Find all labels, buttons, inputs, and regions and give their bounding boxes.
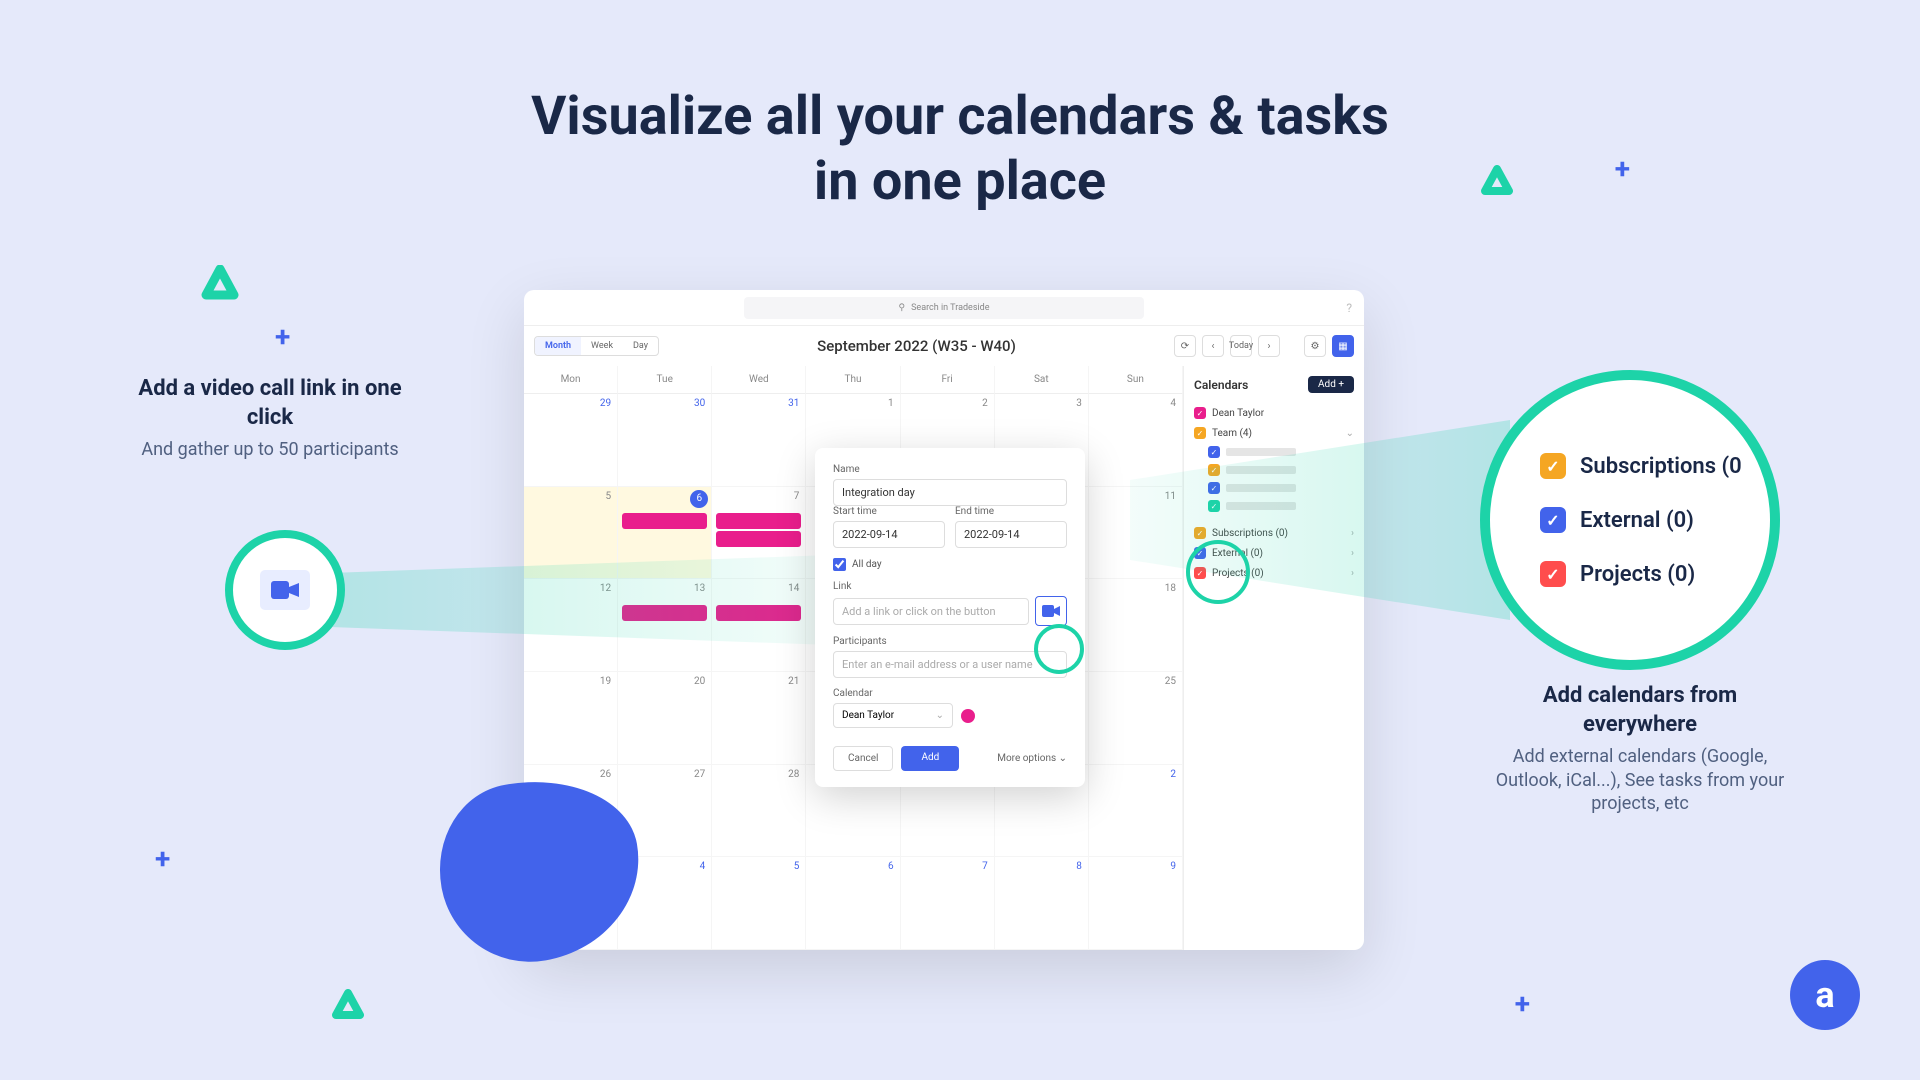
video-call-button[interactable] xyxy=(1035,596,1067,626)
zoomed-source-item: ✓Subscriptions (0 xyxy=(1540,439,1770,493)
calendar-cell[interactable]: 7 xyxy=(901,857,995,950)
zoom-calendar-sources: ✓Subscriptions (0✓External (0)✓Projects … xyxy=(1480,370,1780,670)
calendar-select[interactable]: Dean Taylor⌄ xyxy=(833,703,953,728)
settings-icon[interactable]: ⚙ xyxy=(1304,335,1326,357)
day-header: Tue xyxy=(618,366,712,394)
link-input[interactable] xyxy=(833,598,1029,625)
event-bar[interactable] xyxy=(716,531,801,547)
calendar-cell[interactable]: 18 xyxy=(1089,579,1183,672)
highlight-ring xyxy=(1034,624,1084,674)
calendar-item[interactable]: ✓Dean Taylor xyxy=(1194,403,1354,423)
triangle-icon xyxy=(1479,165,1515,201)
toolbar: Month Week Day September 2022 (W35 - W40… xyxy=(524,326,1364,366)
day-header: Sun xyxy=(1089,366,1183,394)
calendar-cell[interactable]: 21 xyxy=(712,672,806,765)
refresh-button[interactable]: ⟳ xyxy=(1174,335,1196,357)
event-create-popup: Name Start time End time All day Link Pa… xyxy=(815,448,1085,787)
field-label: Start time xyxy=(833,506,945,517)
plus-icon: + xyxy=(275,320,290,353)
video-icon xyxy=(1042,605,1060,617)
plus-icon: + xyxy=(1515,987,1530,1020)
callout-subtitle: Add external calendars (Google, Outlook,… xyxy=(1490,745,1790,815)
video-call-button-zoomed xyxy=(260,570,310,610)
calendar-cell[interactable]: 5 xyxy=(712,857,806,950)
zoomed-source-item: ✓Projects (0) xyxy=(1540,547,1770,601)
triangle-icon xyxy=(200,265,240,305)
cancel-button[interactable]: Cancel xyxy=(833,746,893,771)
calendar-cell[interactable]: 8 xyxy=(995,857,1089,950)
tab-month[interactable]: Month xyxy=(535,337,581,355)
add-calendar-button[interactable]: Add + xyxy=(1308,376,1354,393)
highlight-cone xyxy=(330,555,830,645)
calendar-cell[interactable]: 31 xyxy=(712,394,806,487)
event-bar[interactable] xyxy=(716,513,801,529)
calendar-cell[interactable]: 28 xyxy=(712,765,806,858)
day-header: Mon xyxy=(524,366,618,394)
zoomed-source-item: ✓External (0) xyxy=(1540,493,1770,547)
calendar-cell[interactable]: 20 xyxy=(618,672,712,765)
field-label: End time xyxy=(955,506,1067,517)
callout-calendars: Add calendars from everywhere Add extern… xyxy=(1490,682,1790,815)
field-label: Link xyxy=(833,581,1067,592)
today-button[interactable]: Today xyxy=(1230,335,1252,357)
plus-icon: + xyxy=(155,842,170,875)
all-day-checkbox[interactable]: All day xyxy=(833,558,1067,571)
tab-week[interactable]: Week xyxy=(581,337,623,355)
highlight-ring xyxy=(1186,540,1250,604)
day-header: Sat xyxy=(995,366,1089,394)
end-time-input[interactable] xyxy=(955,521,1067,548)
calendar-cell[interactable]: 19 xyxy=(524,672,618,765)
event-name-input[interactable] xyxy=(833,479,1067,506)
field-label: Name xyxy=(833,464,1067,475)
day-header: Fri xyxy=(901,366,995,394)
more-options-button[interactable]: More options ⌄ xyxy=(997,753,1067,764)
calendar-cell[interactable]: 9 xyxy=(1089,857,1183,950)
search-bar: ⚲Search in Tradeside ? xyxy=(524,290,1364,326)
callout-subtitle: And gather up to 50 participants xyxy=(135,438,405,461)
search-input[interactable]: ⚲Search in Tradeside xyxy=(744,297,1144,319)
add-button[interactable]: Add xyxy=(901,746,959,771)
callout-title: Add calendars from everywhere xyxy=(1490,682,1790,739)
calendar-item[interactable]: ✓Team (4)⌄ xyxy=(1194,423,1354,443)
help-icon[interactable]: ? xyxy=(1346,301,1352,315)
calendar-cell[interactable]: 4 xyxy=(1089,394,1183,487)
view-switcher: Month Week Day xyxy=(534,336,659,356)
callout-title: Add a video call link in one click xyxy=(135,375,405,432)
zoom-video-button xyxy=(225,530,345,650)
video-icon xyxy=(271,581,299,599)
month-title: September 2022 (W35 - W40) xyxy=(817,337,1016,355)
participants-input[interactable] xyxy=(833,651,1067,678)
day-header: Wed xyxy=(712,366,806,394)
callout-video: Add a video call link in one click And g… xyxy=(135,375,405,462)
page-headline: Visualize all your calendars & tasksin o… xyxy=(0,0,1920,215)
field-label: Calendar xyxy=(833,688,1067,699)
field-label: Participants xyxy=(833,636,1067,647)
tab-day[interactable]: Day xyxy=(623,337,658,355)
next-button[interactable]: › xyxy=(1258,335,1280,357)
calendar-cell[interactable]: 2 xyxy=(1089,765,1183,858)
start-time-input[interactable] xyxy=(833,521,945,548)
triangle-icon xyxy=(330,989,366,1025)
plus-icon: + xyxy=(1615,152,1630,185)
calendar-cell[interactable]: 29 xyxy=(524,394,618,487)
calendar-cell[interactable]: 6 xyxy=(806,857,900,950)
day-header: Thu xyxy=(806,366,900,394)
event-bar[interactable] xyxy=(622,513,707,529)
calendar-cell[interactable]: 30 xyxy=(618,394,712,487)
calendar-cell[interactable]: 25 xyxy=(1089,672,1183,765)
prev-button[interactable]: ‹ xyxy=(1202,335,1224,357)
color-indicator xyxy=(961,709,975,723)
grid-icon[interactable]: ▦ xyxy=(1332,335,1354,357)
brand-logo: a xyxy=(1790,960,1860,1030)
sidebar-title: Calendars xyxy=(1194,378,1248,392)
